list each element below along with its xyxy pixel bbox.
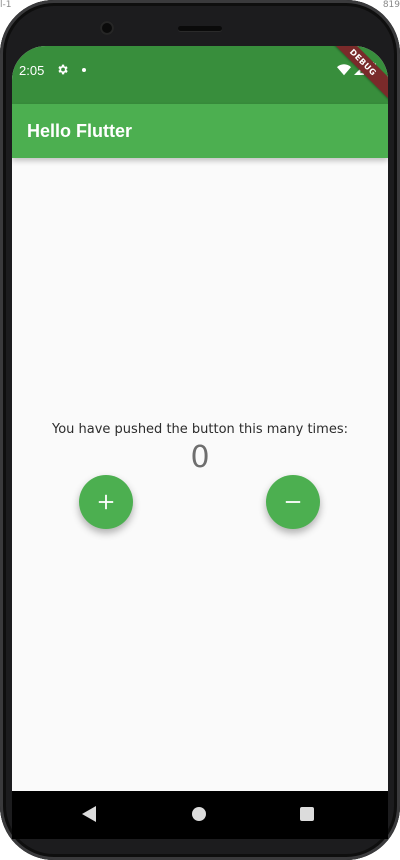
corner-left-text: l-1 <box>0 0 12 10</box>
counter-label: You have pushed the button this many tim… <box>51 422 348 437</box>
wifi-icon <box>337 64 351 76</box>
earpiece-speaker <box>178 26 222 31</box>
status-time: 2:05 <box>19 63 45 78</box>
counter-value: 0 <box>190 440 210 475</box>
navigation-bar <box>12 791 388 839</box>
increment-button[interactable] <box>79 475 133 529</box>
corner-right-text: 819 <box>382 0 400 10</box>
back-icon[interactable] <box>82 806 96 822</box>
recents-icon[interactable] <box>300 807 314 821</box>
app-title: Hello Flutter <box>27 121 133 141</box>
decrement-button[interactable] <box>266 475 320 529</box>
minus-icon <box>285 501 301 503</box>
home-icon[interactable] <box>192 807 206 821</box>
status-bar: 2:05 <box>12 46 388 104</box>
screen: 2:05 DEBUG Hello Flutter You have pushed… <box>12 46 388 791</box>
app-bar: Hello Flutter <box>12 104 388 158</box>
notification-dot-icon <box>82 68 86 72</box>
front-camera <box>100 21 114 35</box>
gear-icon <box>58 64 68 75</box>
plus-icon <box>98 494 114 510</box>
phone-frame: 2:05 DEBUG Hello Flutter You have pushed… <box>0 0 400 860</box>
